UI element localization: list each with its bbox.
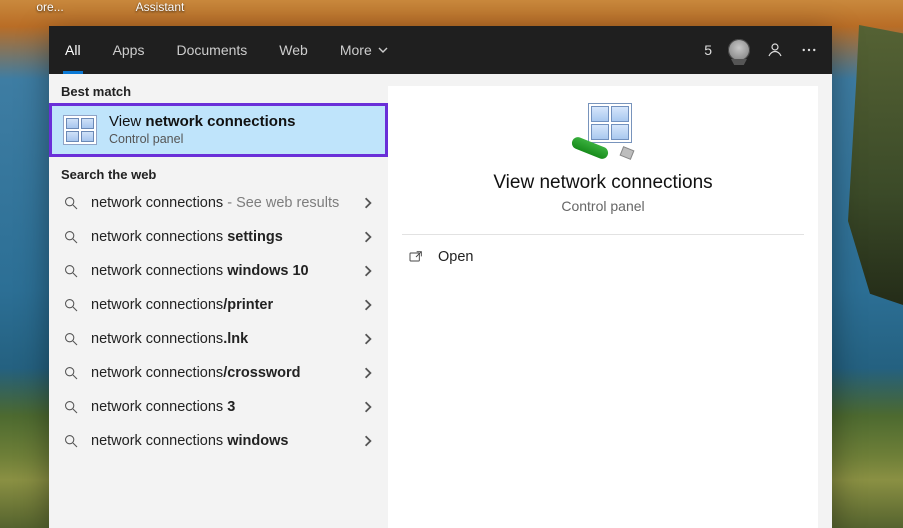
- search-topbar: All Apps Documents Web More 5: [49, 26, 832, 74]
- chevron-down-icon: [378, 45, 388, 55]
- web-result-text: network connections 3: [91, 399, 350, 415]
- web-result-text: network connections windows 10: [91, 263, 350, 279]
- chevron-right-icon: [362, 265, 374, 277]
- search-icon: [63, 263, 79, 279]
- network-connections-icon: [63, 115, 97, 145]
- web-result-text: network connections - See web results: [91, 195, 350, 211]
- web-result-text: network connections windows: [91, 433, 350, 449]
- network-connections-large-icon: [575, 104, 631, 156]
- tab-documents[interactable]: Documents: [160, 26, 263, 74]
- chevron-right-icon: [362, 299, 374, 311]
- rewards-medal-icon[interactable]: [728, 39, 750, 61]
- best-match-result[interactable]: View network connections Control panel: [49, 103, 388, 157]
- open-label: Open: [438, 249, 473, 265]
- search-panel: All Apps Documents Web More 5 Best matc: [49, 26, 832, 528]
- preview-card: View network connections Control panel O…: [388, 86, 818, 528]
- web-result-item[interactable]: network connections/printer: [49, 288, 388, 322]
- tab-more-label: More: [340, 42, 372, 58]
- topbar-right: 5: [704, 26, 832, 74]
- best-match-header: Best match: [49, 74, 388, 103]
- web-results-list: network connections - See web results net…: [49, 186, 388, 458]
- web-result-item[interactable]: network connections.lnk: [49, 322, 388, 356]
- search-icon: [63, 195, 79, 211]
- best-match-title: View network connections: [109, 113, 295, 132]
- tab-all[interactable]: All: [49, 26, 97, 74]
- preview-column: View network connections Control panel O…: [388, 74, 832, 528]
- tab-apps[interactable]: Apps: [97, 26, 161, 74]
- chevron-right-icon: [362, 333, 374, 345]
- account-icon[interactable]: [766, 41, 784, 59]
- chevron-right-icon: [362, 367, 374, 379]
- search-web-header: Search the web: [49, 157, 388, 186]
- search-icon: [63, 365, 79, 381]
- best-match-title-bold: network connections: [145, 113, 295, 130]
- best-match-text: View network connections Control panel: [109, 113, 295, 147]
- chevron-right-icon: [362, 401, 374, 413]
- desktop-icon[interactable]: Assistant: [120, 0, 200, 14]
- search-icon: [63, 399, 79, 415]
- preview-subtitle: Control panel: [561, 198, 644, 214]
- search-icon: [63, 331, 79, 347]
- search-body: Best match View network connections Cont…: [49, 74, 832, 528]
- preview-hero: View network connections Control panel: [388, 86, 818, 214]
- results-column: Best match View network connections Cont…: [49, 74, 388, 528]
- tab-more[interactable]: More: [324, 26, 404, 74]
- open-icon: [408, 249, 424, 265]
- web-result-text: network connections/printer: [91, 297, 350, 313]
- search-tabs: All Apps Documents Web More: [49, 26, 404, 74]
- search-icon: [63, 297, 79, 313]
- web-result-item[interactable]: network connections - See web results: [49, 186, 388, 220]
- rewards-count: 5: [704, 42, 712, 58]
- more-options-icon[interactable]: [800, 41, 818, 59]
- best-match-title-prefix: View: [109, 113, 145, 130]
- desktop-icon-row: ore... Assistant: [0, 0, 210, 14]
- web-result-item[interactable]: network connections settings: [49, 220, 388, 254]
- chevron-right-icon: [362, 231, 374, 243]
- web-result-item[interactable]: network connections 3: [49, 390, 388, 424]
- desktop-icon[interactable]: ore...: [10, 0, 90, 14]
- search-icon: [63, 433, 79, 449]
- chevron-right-icon: [362, 197, 374, 209]
- search-icon: [63, 229, 79, 245]
- web-result-item[interactable]: network connections windows 10: [49, 254, 388, 288]
- web-result-text: network connections/crossword: [91, 365, 350, 381]
- web-result-text: network connections settings: [91, 229, 350, 245]
- web-result-text: network connections.lnk: [91, 331, 350, 347]
- web-result-item[interactable]: network connections windows: [49, 424, 388, 458]
- preview-action-open[interactable]: Open: [388, 235, 818, 279]
- chevron-right-icon: [362, 435, 374, 447]
- tab-web[interactable]: Web: [263, 26, 324, 74]
- preview-title: View network connections: [493, 172, 712, 194]
- web-result-item[interactable]: network connections/crossword: [49, 356, 388, 390]
- best-match-subtitle: Control panel: [109, 132, 295, 148]
